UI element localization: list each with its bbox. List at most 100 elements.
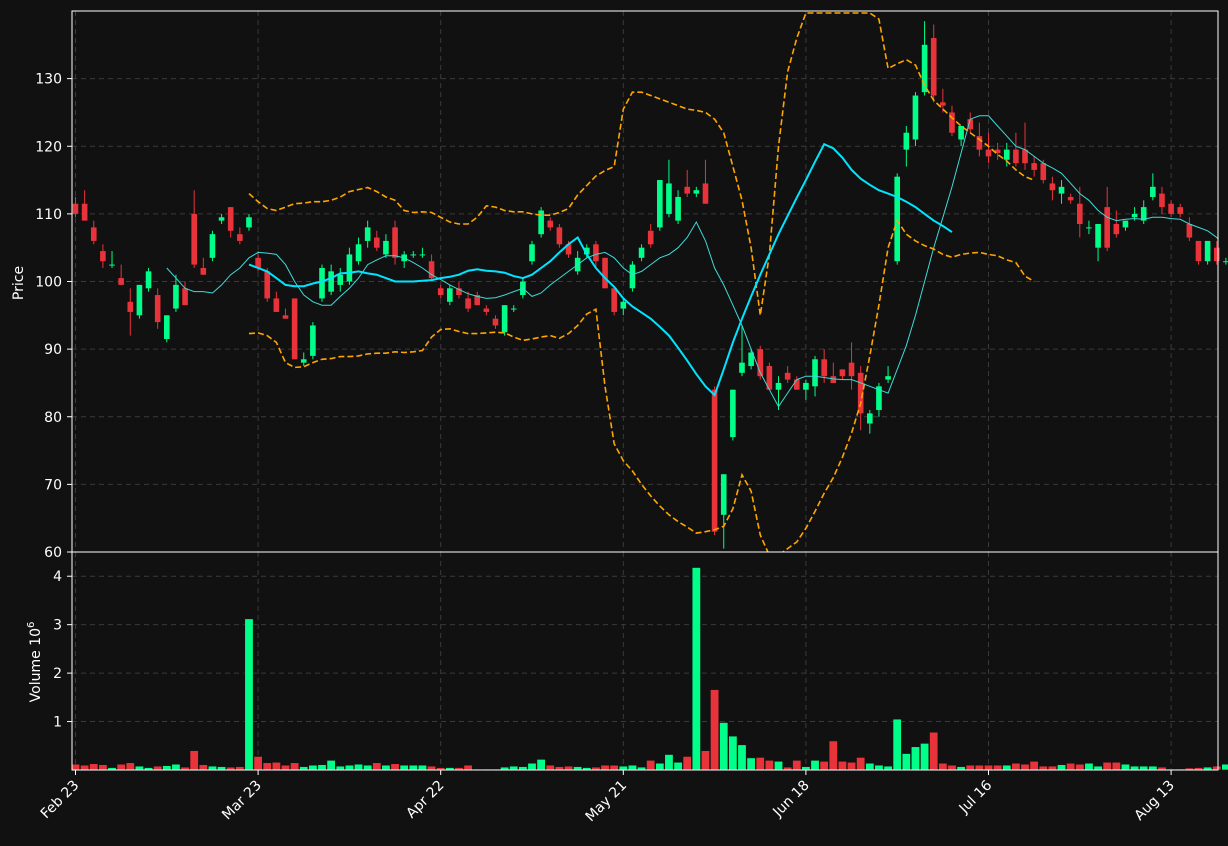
volume-bar [655,762,665,771]
candle-body [492,318,499,326]
volume-bar [217,766,227,771]
price-tick-label: 120 [35,139,62,155]
candle-body [593,244,599,262]
candle-body [319,267,325,299]
candle-body [191,213,197,265]
volume-bar [1212,765,1222,771]
volume-bar [80,764,90,771]
volume-bar [1084,762,1094,771]
volume-bar [207,765,217,771]
candle-body [209,234,216,258]
candle-body [720,474,727,515]
candle-body [72,203,79,214]
volume-bar [134,765,144,771]
volume-bar [125,762,135,771]
chart-root: 60 70 80 90 100 110 120 130 1 2 3 4 Feb 23 Mar 23 Apr … [0,0,1228,842]
volume-tick-label: 1 [53,715,62,731]
candle-body [1104,207,1110,248]
candle [319,264,325,302]
candle-body [501,305,508,333]
candle-body [1177,207,1184,214]
volume-bar [847,761,857,771]
candle [629,261,636,292]
candle-body [1204,240,1211,262]
volume-bar [253,756,263,771]
candle [602,257,608,289]
volume-bar [518,766,528,771]
candle-body [1168,203,1174,214]
candle-body [930,38,937,96]
volume-bar [235,766,245,771]
price-tick-label: 110 [35,207,62,223]
volume-bar [1221,763,1228,771]
candle-body [675,196,681,221]
candle-body [1003,149,1010,160]
volume-bar [929,731,939,771]
candle-body [136,284,143,316]
volume-bar [1029,760,1039,771]
price-tick-label: 100 [35,275,62,291]
volume-bar [1120,763,1130,771]
candle-body [638,247,645,258]
candle-body [793,379,800,390]
volume-bar [1111,761,1121,771]
candle-body [1031,163,1037,170]
volume-bar [965,764,975,771]
candle [730,389,736,441]
price-tick-label: 70 [44,477,62,493]
price-tick-label: 60 [44,545,62,561]
candle [209,230,216,262]
candle-body [711,389,718,532]
candle-body [1086,227,1092,229]
candle [529,240,535,265]
candle-body [127,301,134,312]
volume-bar [938,762,948,771]
volume-bar [801,766,811,771]
candle-body [328,271,334,292]
candle [291,298,298,360]
candle-body [337,274,344,285]
volume-bar [1093,765,1103,771]
volume-bar [728,735,738,771]
volume-bar [189,750,199,771]
volume-bar [691,567,701,771]
volume-bar [901,753,911,771]
volume-axis-label-text: Volume 10 [28,628,44,702]
candle [912,92,919,147]
candle-body [556,227,563,245]
volume-bar [828,740,838,771]
candle [1195,240,1202,265]
candle-body [940,102,946,106]
volume-bar [710,689,720,771]
candle [657,180,663,231]
volume-tick-label: 3 [53,618,62,634]
candle-body [620,301,627,309]
volume-bar [993,764,1003,771]
volume-bar [1066,762,1076,771]
candle-body [510,308,517,310]
volume-bar [89,763,99,771]
volume-bar [719,722,729,771]
volume-bar [892,718,902,771]
candle-body [602,257,608,289]
volume-bar [335,765,345,771]
candle-body [173,284,179,309]
volume-bar [874,764,884,771]
candle-body [373,237,380,248]
volume-bar [171,763,181,771]
volume-bar [810,760,820,771]
candle-body [1159,193,1165,208]
candle-body [1122,220,1129,228]
volume-bar [1047,765,1057,771]
volume-bar [399,764,409,771]
volume-bar [463,764,473,771]
candle-body [1131,213,1138,218]
volume-bar [381,764,391,771]
candle-body [109,264,115,266]
volume-bar [1038,765,1048,771]
candle-body [702,183,709,204]
volume-bar [1130,765,1140,771]
candle-body [894,176,900,262]
candle-body [154,295,161,323]
volume-bar [1011,762,1021,771]
